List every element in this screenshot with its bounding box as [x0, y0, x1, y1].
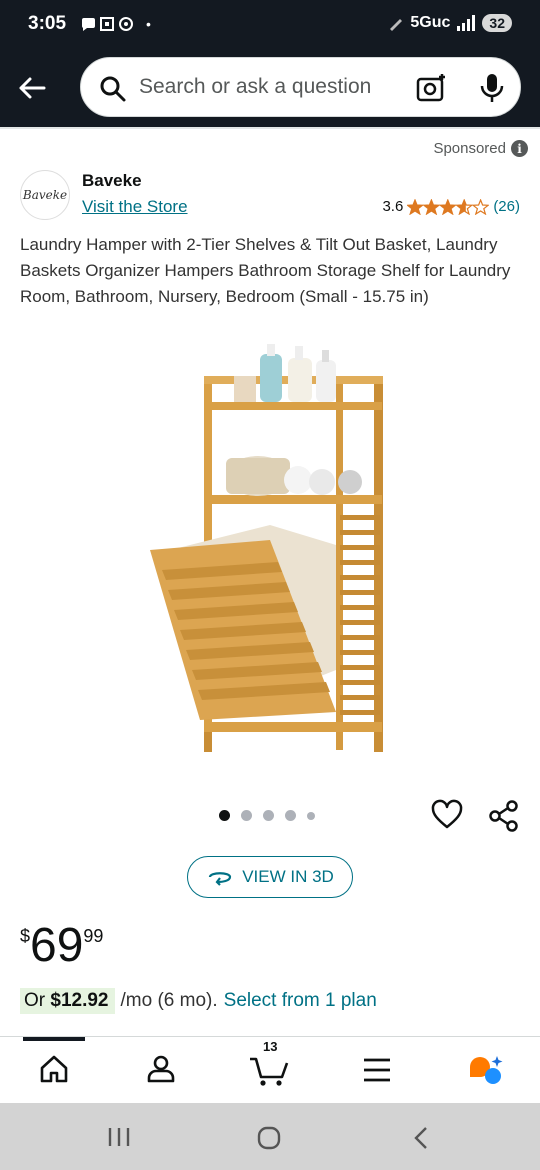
microphone-icon[interactable]: [479, 72, 505, 104]
rating-star: [455, 198, 474, 215]
plan-or-label: Or: [24, 990, 46, 1011]
account-icon[interactable]: [145, 1053, 177, 1085]
plan-badge: Or $12.92: [20, 988, 115, 1014]
share-icon[interactable]: [487, 799, 521, 833]
rating-star: [471, 198, 490, 215]
status-bar: 3:05 • 5Guc 32: [0, 0, 540, 50]
heart-icon[interactable]: [431, 799, 463, 831]
search-input[interactable]: Search or ask a question: [139, 75, 371, 99]
product-title: Laundry Hamper with 2-Tier Shelves & Til…: [20, 235, 511, 306]
plan-monthly-amount: $12.92: [50, 990, 109, 1011]
rating-value: 3.6: [382, 198, 404, 215]
home-icon[interactable]: [38, 1053, 70, 1085]
app-header: Search or ask a question: [0, 50, 540, 127]
brand-logo[interactable]: Baveke: [20, 170, 70, 220]
back-button-icon[interactable]: [410, 1125, 432, 1151]
bottom-tab-bar: 13: [0, 1036, 540, 1104]
monthly-plan: Or $12.92 /mo (6 mo). Select from 1 plan: [20, 988, 377, 1014]
rating-stars: [407, 198, 490, 215]
sponsored-text: Sponsored: [433, 140, 506, 157]
rating-star: [438, 198, 458, 215]
rating-summary[interactable]: 3.6 (26): [382, 198, 520, 215]
cart-icon[interactable]: [248, 1055, 290, 1087]
pagination-dot[interactable]: [219, 810, 230, 821]
select-plan-link[interactable]: Select from 1 plan: [224, 990, 377, 1012]
view-in-3d-button[interactable]: VIEW IN 3D: [187, 856, 353, 898]
status-right: 5Guc 32: [388, 14, 512, 32]
rating-star: [407, 198, 425, 215]
price-fraction: 99: [83, 926, 104, 946]
system-nav-bar: [0, 1103, 540, 1170]
pagination-dot[interactable]: [263, 810, 274, 821]
rotate-3d-icon: [209, 872, 232, 886]
price-currency: $: [20, 926, 31, 946]
status-time: 3:05: [28, 13, 67, 34]
menu-icon[interactable]: [362, 1057, 392, 1083]
camera-icon[interactable]: [415, 72, 447, 104]
search-bar[interactable]: Search or ask a question: [80, 57, 521, 117]
price: $ 69 99: [20, 918, 103, 974]
network-label: 5Guc: [410, 14, 451, 31]
sponsored-label[interactable]: Sponsored i: [433, 140, 528, 157]
brand-logo-text: Baveke: [22, 188, 68, 202]
pagination-dot[interactable]: [241, 810, 252, 821]
pagination-dot[interactable]: [307, 811, 315, 820]
home-button-icon[interactable]: [256, 1125, 282, 1151]
visit-store-link[interactable]: Visit the Store: [82, 197, 188, 217]
search-icon: [100, 76, 126, 102]
rating-star: [422, 198, 441, 215]
plan-terms: /mo (6 mo).: [120, 990, 218, 1011]
info-icon[interactable]: i: [511, 140, 528, 157]
price-whole: 69: [30, 919, 84, 972]
edit-icon: [390, 19, 403, 31]
view-in-3d-label: VIEW IN 3D: [242, 867, 334, 886]
back-arrow-icon[interactable]: [14, 70, 50, 106]
active-tab-indicator: [23, 1037, 85, 1041]
notification-icons-glyphs: [81, 17, 133, 31]
rufus-icon[interactable]: [466, 1053, 506, 1087]
brand-name: Baveke: [82, 171, 142, 190]
pagination-dot[interactable]: [285, 810, 296, 821]
notification-icons: •: [80, 15, 151, 33]
battery-icon: 32: [482, 14, 512, 32]
header-divider: [0, 127, 540, 129]
signal-icon: [457, 15, 476, 31]
rating-count[interactable]: (26): [493, 198, 520, 215]
image-pagination[interactable]: [219, 810, 315, 821]
recent-apps-icon[interactable]: [106, 1125, 132, 1149]
more-notifications-dot: •: [146, 16, 151, 32]
product-image[interactable]: [140, 340, 400, 760]
cart-count: 13: [263, 1039, 278, 1054]
